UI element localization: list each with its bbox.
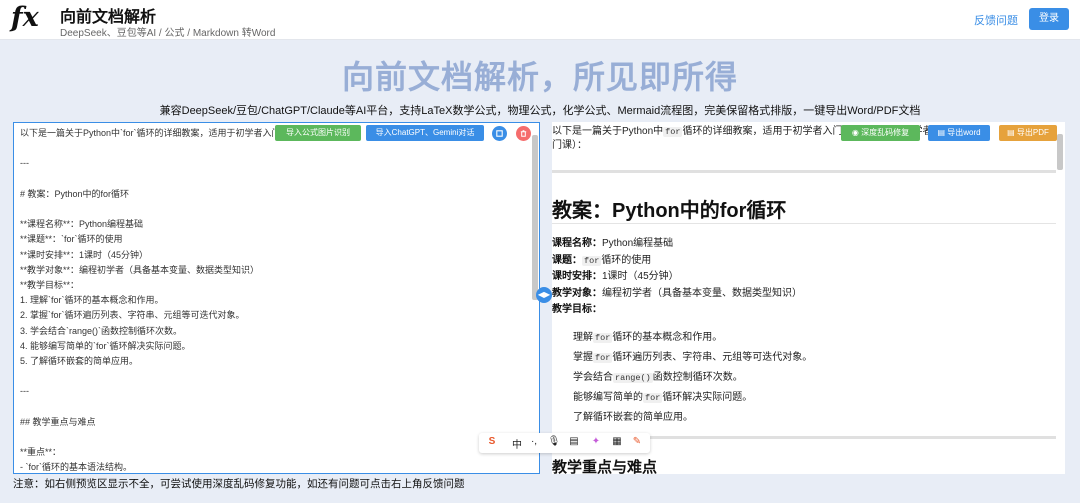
meta-row: 课程名称：Python编程基础	[552, 238, 674, 249]
export-word-button[interactable]: ▤ 导出word	[928, 125, 990, 141]
intro-text-end: 门课）：	[552, 140, 587, 151]
top-bar: fx 向前文档解析 DeepSeek、豆包等AI / 公式 / Markdown…	[0, 0, 1080, 40]
course-meta: 课程名称：Python编程基础 课题： for 循环的使用 课时安排：1课时（45分…	[552, 236, 1052, 319]
microphone-icon[interactable]: 🎙︎	[547, 436, 561, 447]
heading-rule	[552, 223, 1056, 224]
list-item: 学会结合 range() 函数控制循环次数。	[573, 372, 743, 383]
preview-heading-2: 教学重点与难点	[552, 459, 658, 474]
export-pdf-label: 导出PDF	[1016, 128, 1049, 137]
punctuation-icon[interactable]: ·,	[527, 436, 541, 447]
ime-lang-toggle[interactable]: 中	[510, 436, 524, 451]
toolbox-icon[interactable]: ✎	[630, 436, 644, 447]
markdown-editor[interactable]: 以下是一篇关于Python中`for`循环的详细教案，适用于初学者入门课 ---…	[13, 122, 540, 474]
meta-row: 教学对象：编程初学者（具备基本变量、数据类型知识）	[552, 287, 802, 299]
goals-list: 理解 for 循环的基本概念和作用。 掌握 for 循环遍历列表、字符串、元组等可迭代对…	[573, 328, 1053, 427]
intro-text-cont: 循环的详细教案，适用于初学者入门课程（适用于初学者入门课	[682, 126, 963, 137]
import-chat-button[interactable]: 导入ChatGPT、Gemini对话	[366, 125, 484, 141]
list-item: 掌握 for 循环遍历列表、字符串、元组等可迭代对象。	[573, 352, 813, 363]
copy-icon[interactable]	[492, 126, 507, 141]
login-button[interactable]: 登录	[1029, 8, 1069, 30]
hero-tagline: 兼容DeepSeek/豆包/ChatGPT/Claude等AI平台，支持LaTe…	[159, 105, 921, 117]
export-pdf-button[interactable]: ▤ 导出PDF	[999, 125, 1057, 141]
grid-icon[interactable]: ▦	[610, 436, 624, 447]
list-item: 理解 for 循环的基本概念和作用。	[573, 332, 723, 343]
trash-icon[interactable]	[516, 126, 531, 141]
keyboard-icon[interactable]: ▤	[567, 436, 581, 447]
feedback-link[interactable]: 反馈问题	[974, 12, 1018, 28]
import-formula-image-button[interactable]: 导入公式图片识别	[275, 125, 361, 141]
preview-pane: 以下是一篇关于Python中 for 循环的详细教案，适用于初学者入门课程（适用于初…	[552, 122, 1065, 474]
app-subtitle: DeepSeek、豆包等AI / 公式 / Markdown 转Word	[60, 28, 276, 39]
deep-fix-button[interactable]: ◉ 深度乱码修复	[841, 125, 920, 141]
inline-code: for	[663, 127, 683, 137]
export-word-label: 导出word	[947, 128, 981, 137]
editor-scrollbar[interactable]	[532, 135, 538, 300]
preview-heading-1: 教案：Python中的for循环	[552, 200, 787, 222]
sogou-logo-icon[interactable]: S	[485, 436, 499, 447]
footer-note: 注意：如右侧预览区显示不全，可尝试使用深度乱码修复功能，如还有问题可点击右上角反…	[13, 478, 465, 490]
word-icon: ▤	[937, 128, 948, 137]
hero-title: 向前文档解析，所见即所得	[341, 59, 738, 95]
preview-scrollbar[interactable]	[1057, 134, 1063, 170]
meta-row: 教学目标：	[552, 304, 602, 315]
app-logo[interactable]: fx	[11, 2, 49, 38]
meta-row: 课时安排：1课时（45分钟）	[552, 271, 679, 282]
ime-toolbar: S 中 ·, 🎙︎ ▤ ✦ ▦ ✎	[479, 433, 650, 453]
deep-fix-label: 深度乱码修复	[861, 128, 910, 137]
list-item: 能够编写简单的 for 循环解决实际问题。	[573, 392, 753, 403]
intro-text: 以下是一篇关于Python中	[552, 126, 664, 137]
horizontal-rule	[552, 170, 1056, 173]
editor-textarea[interactable]: 以下是一篇关于Python中`for`循环的详细教案，适用于初学者入门课 ---…	[20, 126, 528, 473]
pdf-icon: ▤	[1007, 128, 1017, 137]
meta-row: 课题： for 循环的使用	[552, 254, 652, 266]
pane-splitter-handle[interactable]: ◀▶	[536, 287, 552, 303]
list-item: 了解循环嵌套的简单应用。	[573, 412, 693, 423]
skin-icon[interactable]: ✦	[589, 436, 603, 447]
eye-icon: ◉	[851, 128, 862, 137]
